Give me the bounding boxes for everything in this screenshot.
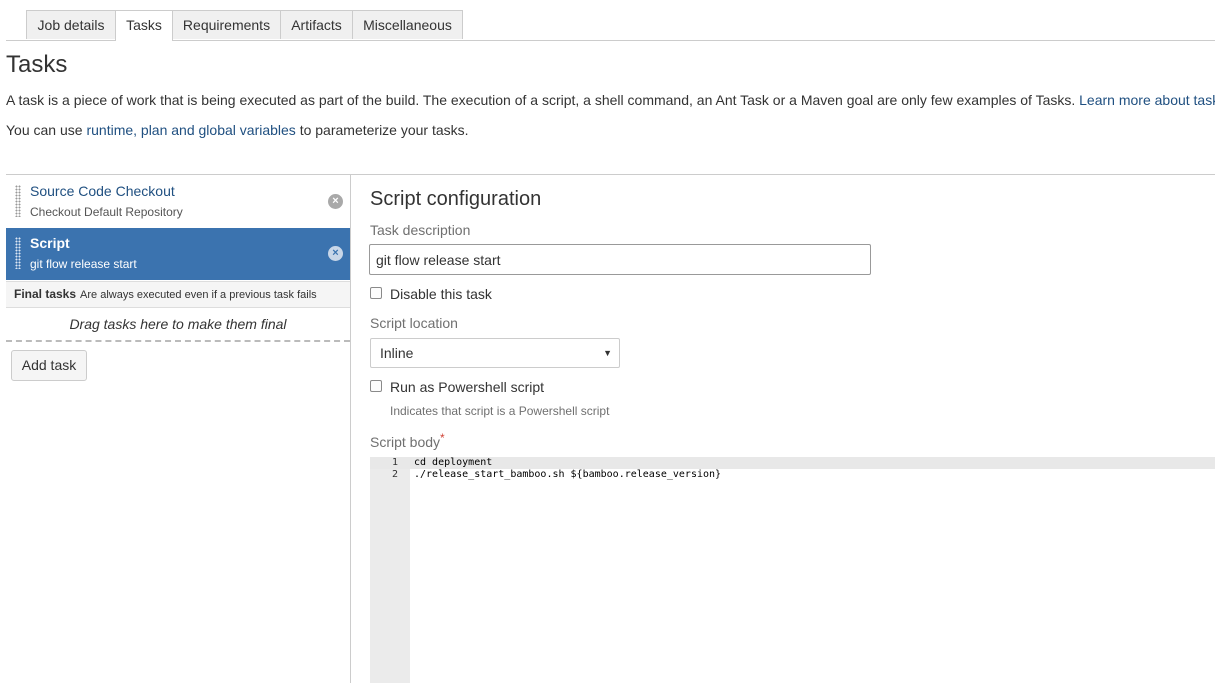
add-task-button[interactable]: Add task	[11, 350, 87, 381]
intro-text: A task is a piece of work that is being …	[6, 92, 1215, 108]
tab-miscellaneous[interactable]: Miscellaneous	[352, 10, 463, 39]
script-location-label: Script location	[370, 315, 458, 331]
task-item-source-code-checkout[interactable]: Source Code Checkout Checkout Default Re…	[6, 176, 350, 228]
powershell-hint: Indicates that script is a Powershell sc…	[390, 404, 610, 418]
remove-task-icon[interactable]: ×	[328, 194, 343, 209]
task-title[interactable]: Source Code Checkout	[30, 183, 175, 199]
code-line[interactable]: 2 ./release_start_bamboo.sh ${bamboo.rel…	[370, 469, 1215, 481]
task-subtitle: Checkout Default Repository	[30, 205, 183, 219]
task-item-script[interactable]: Script git flow release start ×	[6, 228, 350, 280]
learn-more-link[interactable]: Learn more about tasks	[1079, 92, 1215, 108]
final-tasks-description: Are always executed even if a previous t…	[80, 289, 317, 301]
section-divider	[6, 174, 1215, 175]
intro-description: A task is a piece of work that is being …	[6, 92, 1080, 108]
panel-divider	[350, 174, 351, 683]
script-body-label: Script body*	[370, 431, 445, 450]
powershell-label[interactable]: Run as Powershell script	[390, 379, 544, 395]
tab-requirements[interactable]: Requirements	[172, 10, 281, 39]
variables-link[interactable]: runtime, plan and global variables	[86, 122, 295, 138]
page-title: Tasks	[6, 51, 68, 78]
task-description-label: Task description	[370, 222, 471, 238]
final-tasks-drop-zone[interactable]: Drag tasks here to make them final	[6, 308, 350, 342]
config-title: Script configuration	[370, 188, 542, 210]
variables-suffix: to parameterize your tasks.	[295, 122, 469, 138]
code-text[interactable]: cd deployment	[414, 457, 492, 469]
caret-down-icon: ▼	[603, 348, 612, 358]
line-number-gutter	[370, 457, 410, 683]
powershell-checkbox[interactable]	[370, 380, 382, 392]
final-tasks-label: Final tasks	[14, 287, 77, 301]
required-marker: *	[440, 431, 445, 445]
line-number: 2	[391, 469, 398, 480]
task-description-input[interactable]	[369, 244, 871, 275]
line-number: 1	[391, 457, 398, 468]
code-line[interactable]: 1 cd deployment	[370, 457, 1215, 469]
variables-text: You can use runtime, plan and global var…	[6, 122, 469, 138]
script-location-value: Inline	[380, 345, 414, 361]
code-text[interactable]: ./release_start_bamboo.sh ${bamboo.relea…	[414, 469, 721, 481]
task-subtitle: git flow release start	[30, 257, 137, 271]
tab-job-details[interactable]: Job details	[26, 10, 116, 39]
drag-handle-icon[interactable]	[15, 237, 21, 269]
tab-artifacts[interactable]: Artifacts	[280, 10, 353, 39]
tab-tasks[interactable]: Tasks	[115, 10, 173, 41]
script-body-editor[interactable]: 1 cd deployment 2 ./release_start_bamboo…	[370, 457, 1215, 683]
disable-task-label[interactable]: Disable this task	[390, 286, 492, 302]
script-body-label-text: Script body	[370, 434, 441, 450]
disable-task-checkbox[interactable]	[370, 287, 382, 299]
remove-task-icon[interactable]: ×	[328, 246, 343, 261]
script-location-select[interactable]: Inline ▼	[370, 338, 620, 368]
final-tasks-header: Final tasks Are always executed even if a…	[6, 281, 350, 308]
tab-bar: Job details Tasks Requirements Artifacts…	[6, 10, 1215, 41]
task-title[interactable]: Script	[30, 235, 70, 251]
drag-handle-icon[interactable]	[15, 185, 21, 217]
variables-prefix: You can use	[6, 122, 87, 138]
